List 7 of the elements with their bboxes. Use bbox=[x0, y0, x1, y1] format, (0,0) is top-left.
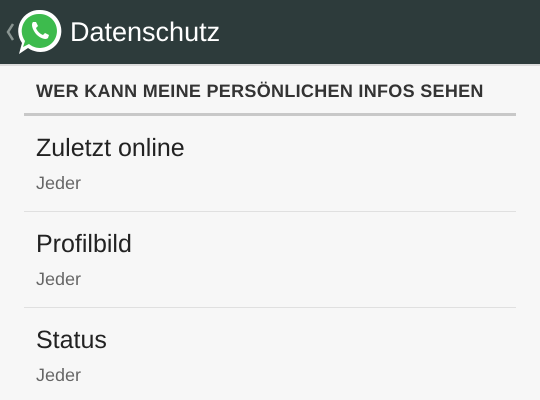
section-header: WER KANN MEINE PERSÖNLICHEN INFOS SEHEN bbox=[24, 66, 516, 116]
screen-title: Datenschutz bbox=[70, 16, 220, 48]
chevron-icon bbox=[6, 23, 14, 41]
setting-item[interactable]: Profilbild Jeder bbox=[24, 212, 516, 308]
setting-item[interactable]: Zuletzt online Jeder bbox=[24, 116, 516, 212]
setting-item[interactable]: Status Jeder bbox=[24, 308, 516, 400]
chat-bubble-icon bbox=[16, 7, 64, 57]
